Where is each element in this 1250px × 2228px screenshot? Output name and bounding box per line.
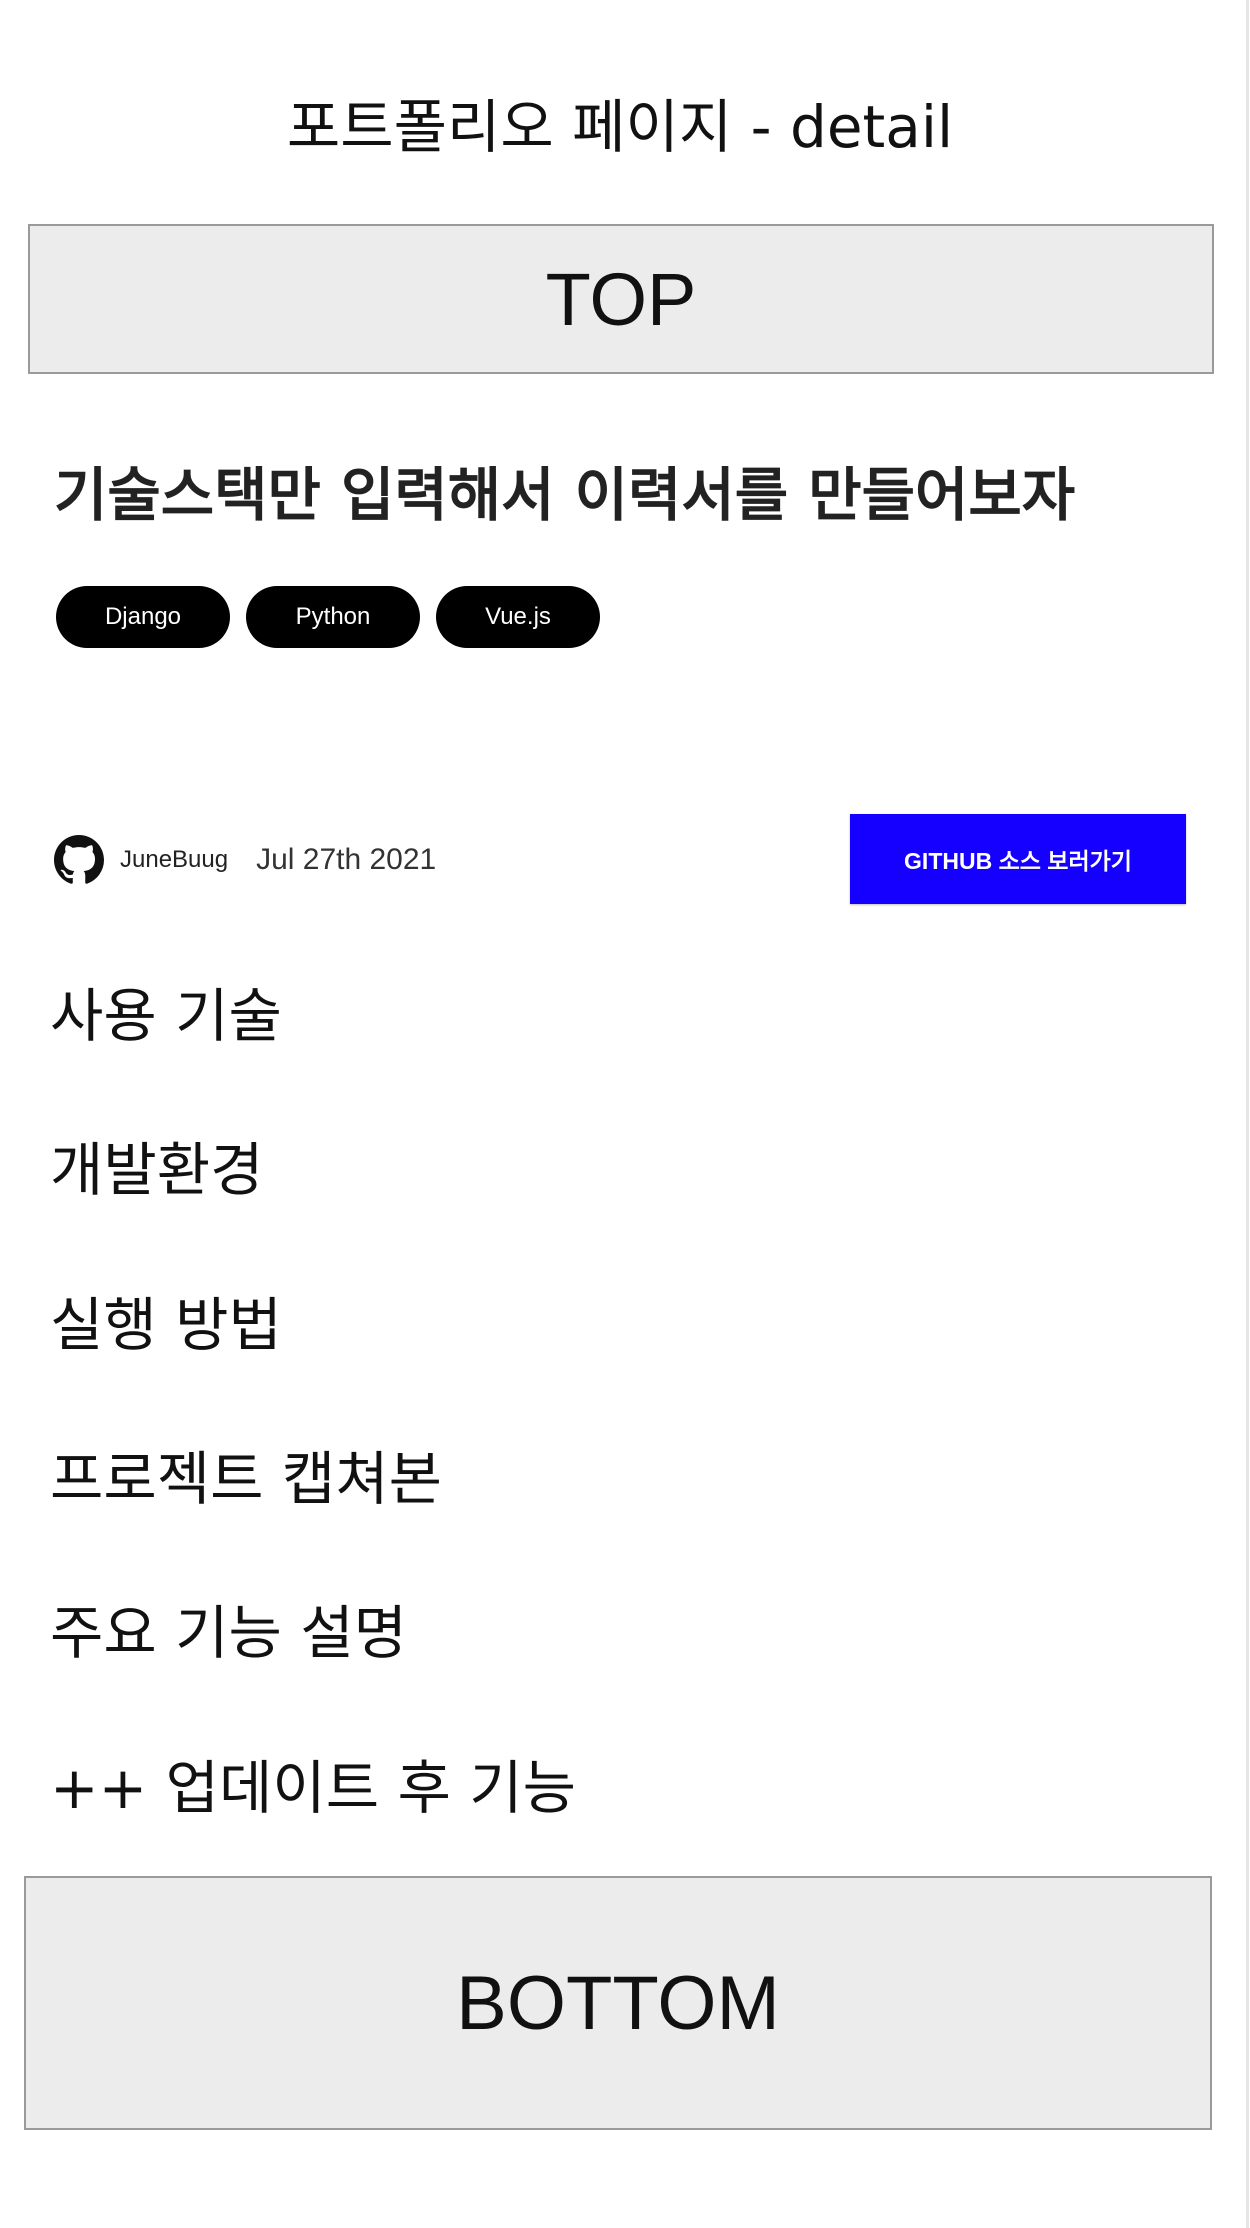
tag-chip[interactable]: Python <box>246 586 420 648</box>
author-meta: JuneBuug Jul 27th 2021 <box>54 832 436 888</box>
project-title: 기술스택만 입력해서 이력서를 만들어보자 <box>54 461 1076 529</box>
page-edge <box>1246 0 1249 2228</box>
section-tech-used: 사용 기술 <box>50 982 282 1050</box>
bottom-placeholder: BOTTOM <box>24 1876 1212 2130</box>
github-icon <box>54 835 104 884</box>
tag-chip[interactable]: Django <box>56 586 230 648</box>
section-main-features: 주요 기능 설명 <box>50 1599 408 1667</box>
github-source-button[interactable]: GITHUB 소스 보러가기 <box>850 814 1186 904</box>
section-dev-environment: 개발환경 <box>50 1136 264 1204</box>
section-future-features: ++ 업데이트 후 기능 <box>50 1754 577 1822</box>
post-date: Jul 27th 2021 <box>256 843 437 876</box>
page-title: 포트폴리오 페이지 - detail <box>286 93 954 161</box>
section-how-to-run: 실행 방법 <box>50 1291 282 1359</box>
tag-list: Django Python Vue.js <box>56 586 600 648</box>
tag-chip[interactable]: Vue.js <box>436 586 600 648</box>
author-name[interactable]: JuneBuug <box>120 846 228 874</box>
top-placeholder: TOP <box>28 224 1214 374</box>
section-screenshots: 프로젝트 캡쳐본 <box>50 1445 442 1513</box>
